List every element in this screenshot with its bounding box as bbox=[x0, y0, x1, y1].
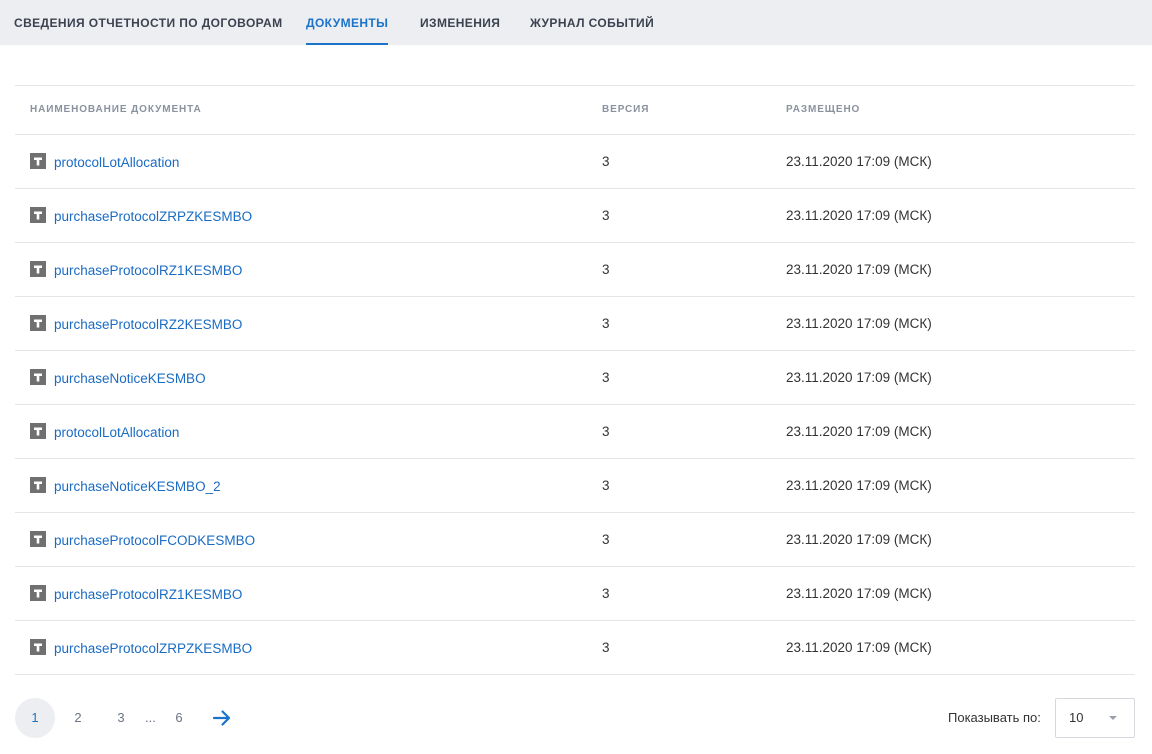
table-row: purchaseNoticeKESMBO 3 23.11.2020 17:09 (М… bbox=[15, 351, 1135, 405]
page-button-3[interactable]: 3 bbox=[101, 698, 141, 738]
text-document-icon bbox=[30, 531, 46, 548]
text-document-icon bbox=[30, 153, 46, 170]
document-link[interactable]: purchaseProtocolRZ1KESMBO bbox=[54, 587, 242, 602]
posted-date-cell: 23.11.2020 17:09 (МСК) bbox=[786, 532, 932, 547]
posted-date-cell: 23.11.2020 17:09 (МСК) bbox=[786, 208, 932, 223]
document-name-cell: purchaseProtocolRZ1KESMBO bbox=[30, 567, 242, 621]
version-cell: 3 bbox=[602, 640, 610, 655]
version-cell: 3 bbox=[602, 370, 610, 385]
table-body: protocolLotAllocation 3 23.11.2020 17:09 (… bbox=[15, 135, 1135, 675]
document-name-cell: purchaseProtocolFCODKESMBO bbox=[30, 513, 255, 567]
table-row: purchaseProtocolRZ2KESMBO 3 23.11.2020 17:… bbox=[15, 297, 1135, 351]
text-document-icon bbox=[30, 369, 46, 386]
page-button-2[interactable]: 2 bbox=[58, 698, 98, 738]
text-document-icon bbox=[30, 423, 46, 440]
document-link[interactable]: purchaseNoticeKESMBO_2 bbox=[54, 479, 221, 494]
text-document-icon bbox=[30, 639, 46, 656]
column-header-version: ВЕРСИЯ bbox=[602, 104, 650, 115]
document-link[interactable]: purchaseProtocolRZ1KESMBO bbox=[54, 263, 242, 278]
version-cell: 3 bbox=[602, 208, 610, 223]
table-row: purchaseProtocolFCODKESMBO 3 23.11.2020 17… bbox=[15, 513, 1135, 567]
page-button-last[interactable]: 6 bbox=[159, 698, 199, 738]
document-name-cell: protocolLotAllocation bbox=[30, 405, 179, 459]
document-name-cell: purchaseProtocolRZ1KESMBO bbox=[30, 243, 242, 297]
pagination-ellipsis: ... bbox=[145, 710, 156, 725]
table-row: protocolLotAllocation 3 23.11.2020 17:09 (… bbox=[15, 405, 1135, 459]
text-document-icon bbox=[30, 207, 46, 224]
version-cell: 3 bbox=[602, 154, 610, 169]
document-link[interactable]: purchaseProtocolRZ2KESMBO bbox=[54, 317, 242, 332]
posted-date-cell: 23.11.2020 17:09 (МСК) bbox=[786, 154, 932, 169]
posted-date-cell: 23.11.2020 17:09 (МСК) bbox=[786, 424, 932, 439]
document-name-cell: protocolLotAllocation bbox=[30, 135, 179, 189]
per-page-select[interactable]: 10 bbox=[1055, 698, 1135, 738]
per-page-label: Показывать по: bbox=[948, 710, 1041, 725]
tab-event-log[interactable]: ЖУРНАЛ СОБЫТИЙ bbox=[530, 0, 654, 45]
table-row: purchaseProtocolRZ1KESMBO 3 23.11.2020 17:… bbox=[15, 243, 1135, 297]
posted-date-cell: 23.11.2020 17:09 (МСК) bbox=[786, 316, 932, 331]
tab-contract-reporting[interactable]: СВЕДЕНИЯ ОТЧЕТНОСТИ ПО ДОГОВОРАМ bbox=[14, 0, 283, 45]
document-name-cell: purchaseNoticeKESMBO bbox=[30, 351, 206, 405]
version-cell: 3 bbox=[602, 424, 610, 439]
table-row: purchaseProtocolRZ1KESMBO 3 23.11.2020 17:… bbox=[15, 567, 1135, 621]
document-link[interactable]: purchaseNoticeKESMBO bbox=[54, 371, 206, 386]
document-name-cell: purchaseProtocolZRPZKESMBO bbox=[30, 621, 252, 675]
document-name-cell: purchaseProtocolZRPZKESMBO bbox=[30, 189, 252, 243]
table-row: purchaseProtocolZRPZKESMBO 3 23.11.2020 17… bbox=[15, 189, 1135, 243]
document-link[interactable]: purchaseProtocolZRPZKESMBO bbox=[54, 209, 252, 224]
table-row: purchaseNoticeKESMBO_2 3 23.11.2020 17:09 … bbox=[15, 459, 1135, 513]
version-cell: 3 bbox=[602, 262, 610, 277]
posted-date-cell: 23.11.2020 17:09 (МСК) bbox=[786, 370, 932, 385]
document-name-cell: purchaseProtocolRZ2KESMBO bbox=[30, 297, 242, 351]
text-document-icon bbox=[30, 261, 46, 278]
version-cell: 3 bbox=[602, 532, 610, 547]
posted-date-cell: 23.11.2020 17:09 (МСК) bbox=[786, 640, 932, 655]
page-button-1[interactable]: 1 bbox=[15, 698, 55, 738]
document-link[interactable]: purchaseProtocolFCODKESMBO bbox=[54, 533, 255, 548]
per-page-value: 10 bbox=[1069, 710, 1084, 725]
posted-date-cell: 23.11.2020 17:09 (МСК) bbox=[786, 478, 932, 493]
text-document-icon bbox=[30, 585, 46, 602]
column-header-document-name: НАИМЕНОВАНИЕ ДОКУМЕНТА bbox=[30, 104, 202, 115]
document-link[interactable]: purchaseProtocolZRPZKESMBO bbox=[54, 641, 252, 656]
document-link[interactable]: protocolLotAllocation bbox=[54, 155, 179, 170]
tab-changes[interactable]: ИЗМЕНЕНИЯ bbox=[420, 0, 500, 45]
version-cell: 3 bbox=[602, 316, 610, 331]
document-name-cell: purchaseNoticeKESMBO_2 bbox=[30, 459, 221, 513]
document-link[interactable]: protocolLotAllocation bbox=[54, 425, 179, 440]
column-header-posted: РАЗМЕЩЕНО bbox=[786, 104, 861, 115]
documents-table: НАИМЕНОВАНИЕ ДОКУМЕНТА ВЕРСИЯ РАЗМЕЩЕНО … bbox=[15, 85, 1135, 675]
table-header: НАИМЕНОВАНИЕ ДОКУМЕНТА ВЕРСИЯ РАЗМЕЩЕНО bbox=[15, 86, 1135, 135]
table-row: purchaseProtocolZRPZKESMBO 3 23.11.2020 17… bbox=[15, 621, 1135, 675]
version-cell: 3 bbox=[602, 478, 610, 493]
arrow-right-icon[interactable] bbox=[212, 708, 232, 728]
chevron-down-icon bbox=[1109, 716, 1117, 720]
tab-documents[interactable]: ДОКУМЕНТЫ bbox=[306, 0, 389, 45]
version-cell: 3 bbox=[602, 586, 610, 601]
text-document-icon bbox=[30, 477, 46, 494]
posted-date-cell: 23.11.2020 17:09 (МСК) bbox=[786, 586, 932, 601]
text-document-icon bbox=[30, 315, 46, 332]
posted-date-cell: 23.11.2020 17:09 (МСК) bbox=[786, 262, 932, 277]
tab-bar: СВЕДЕНИЯ ОТЧЕТНОСТИ ПО ДОГОВОРАМ ДОКУМЕН… bbox=[0, 0, 1152, 45]
table-row: protocolLotAllocation 3 23.11.2020 17:09 (… bbox=[15, 135, 1135, 189]
